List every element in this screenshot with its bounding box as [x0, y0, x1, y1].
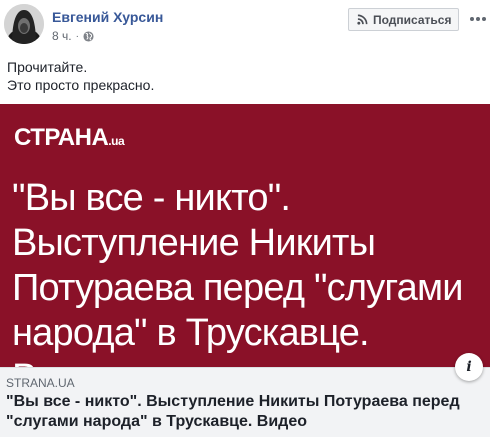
globe-icon[interactable]	[83, 30, 94, 42]
post-text: Прочитайте. Это просто прекрасно.	[7, 58, 154, 94]
link-preview-image[interactable]: СТРАНА.ua "Вы все - никто". Выступление …	[0, 104, 490, 399]
avatar-image	[4, 4, 44, 44]
link-preview-info[interactable]: STRANA.UA "Вы все - никто". Выступление …	[0, 367, 490, 437]
subscribe-label: Подписаться	[373, 12, 452, 27]
more-icon	[470, 17, 474, 21]
avatar[interactable]	[4, 4, 44, 44]
brand-suffix: .ua	[108, 134, 125, 148]
author-name[interactable]: Евгений Хурсин	[52, 9, 163, 25]
info-icon[interactable]: i	[455, 353, 483, 381]
meta-separator: ·	[75, 30, 79, 42]
post-time[interactable]: 8 ч.	[52, 29, 72, 43]
more-options-button[interactable]	[468, 9, 488, 29]
link-title[interactable]: "Вы все - никто". Выступление Никиты Пот…	[6, 392, 484, 432]
link-domain: STRANA.UA	[6, 376, 75, 390]
rss-icon	[357, 14, 368, 25]
subscribe-button[interactable]: Подписаться	[348, 8, 459, 31]
post-line: Прочитайте.	[7, 59, 88, 75]
brand-logo: СТРАНА.ua	[14, 124, 125, 152]
post-meta: 8 ч. ·	[52, 29, 94, 43]
brand-name: СТРАНА	[14, 124, 109, 151]
post-line: Это просто прекрасно.	[7, 77, 155, 93]
